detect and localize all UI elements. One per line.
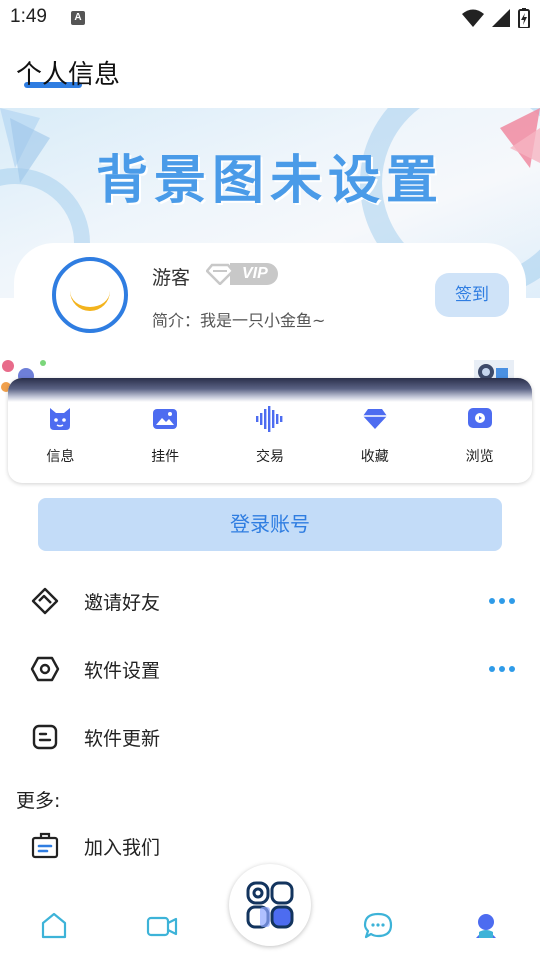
quick-item-trade[interactable]: 交易 <box>218 406 323 466</box>
section-title-more: 更多: <box>16 790 61 812</box>
inbox-icon <box>31 832 59 859</box>
play-icon <box>467 408 492 428</box>
menu-row-label: 软件设置 <box>84 660 161 682</box>
quick-item-browse[interactable]: 浏览 <box>427 406 532 466</box>
app-header: 个人信息 <box>0 36 540 108</box>
more-icon[interactable] <box>489 666 515 672</box>
profile-bio: 简介：我是一只小金鱼~ <box>152 311 326 330</box>
banner-title: 背景图未设置 <box>95 151 444 211</box>
chat-icon[interactable] <box>362 910 394 942</box>
apps-icon <box>246 881 294 929</box>
menu-row-label: 加入我们 <box>84 837 161 859</box>
home-icon[interactable] <box>38 910 70 942</box>
vip-label: VIP <box>230 263 278 285</box>
menu-row-update[interactable]: 软件更新 <box>0 706 540 766</box>
page-title: 个人信息 <box>16 60 121 90</box>
profile-card: 游客 VIP 简介：我是一只小金鱼~ 签到 <box>14 243 526 363</box>
cat-icon <box>50 408 71 430</box>
notification-icon: A <box>71 11 85 25</box>
signal-icon <box>492 9 510 27</box>
quick-menu-items: 信息 挂件 交易 收藏 浏览 <box>8 406 532 466</box>
menu-row-label: 邀请好友 <box>84 592 161 614</box>
more-icon[interactable] <box>489 598 515 604</box>
galaxy-decoration <box>8 378 532 402</box>
menu-row-settings[interactable]: 软件设置 <box>0 638 540 698</box>
vip-badge[interactable]: VIP <box>206 263 278 285</box>
quick-item-label: 浏览 <box>465 449 494 465</box>
quick-item-info[interactable]: 信息 <box>8 406 113 466</box>
smile-face-icon <box>70 271 110 311</box>
quick-menu: 信息 挂件 交易 收藏 浏览 <box>8 378 532 483</box>
avatar[interactable] <box>52 257 128 333</box>
planet-decoration <box>40 360 46 366</box>
menu-row-label: 软件更新 <box>84 728 161 750</box>
quick-item-label: 挂件 <box>151 449 180 465</box>
status-time: 1:49 <box>10 6 47 27</box>
handshake-icon <box>31 587 59 615</box>
planet-decoration <box>2 360 14 372</box>
sign-in-button[interactable]: 签到 <box>435 273 509 317</box>
login-button[interactable]: 登录账号 <box>38 498 502 551</box>
image-icon <box>153 409 178 429</box>
wifi-icon <box>462 9 484 27</box>
soundwave-icon <box>255 406 283 432</box>
status-bar: 1:49 A <box>0 0 540 36</box>
quick-item-widgets[interactable]: 挂件 <box>113 406 218 466</box>
menu-row-invite[interactable]: 邀请好友 <box>0 570 540 630</box>
battery-icon <box>518 8 530 28</box>
quick-item-label: 信息 <box>46 449 75 465</box>
gem-icon <box>362 409 387 429</box>
center-apps-button[interactable] <box>229 864 311 946</box>
diamond-icon <box>206 263 234 285</box>
user-icon[interactable] <box>470 910 502 942</box>
quick-item-label: 收藏 <box>360 449 389 465</box>
video-icon[interactable] <box>146 910 178 942</box>
update-icon <box>32 724 58 750</box>
username: 游客 <box>152 267 191 289</box>
quick-item-label: 交易 <box>255 449 284 465</box>
quick-item-favorites[interactable]: 收藏 <box>322 406 427 466</box>
status-icons <box>462 8 530 28</box>
settings-hex-icon <box>30 656 60 682</box>
